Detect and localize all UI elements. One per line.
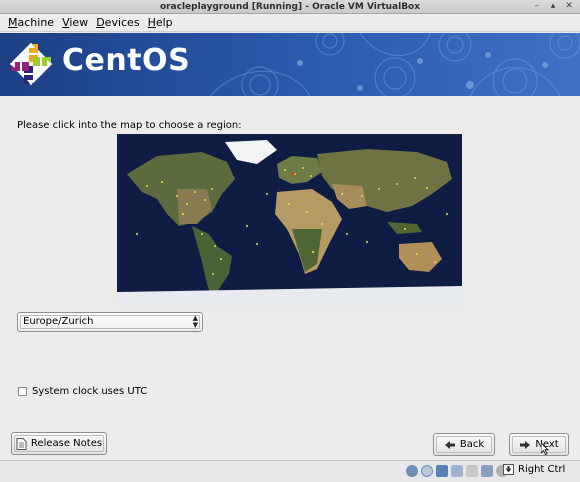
arrow-right-icon <box>520 440 531 449</box>
installer-panel: Please click into the map to choose a re… <box>0 96 580 460</box>
host-key-label: Right Ctrl <box>518 464 566 475</box>
close-icon[interactable]: ✕ <box>564 1 574 11</box>
menu-help[interactable]: Help <box>144 14 177 31</box>
centos-logo-icon <box>9 42 53 86</box>
host-key-indicator: Right Ctrl <box>503 464 565 475</box>
menu-machine[interactable]: Machine <box>4 14 58 31</box>
region-prompt: Please click into the map to choose a re… <box>17 120 242 131</box>
menu-devices[interactable]: Devices <box>92 14 143 31</box>
window-title-bar: oracleplayground [Running] - Oracle VM V… <box>0 0 580 14</box>
utc-checkbox[interactable] <box>18 387 27 396</box>
device-indicators <box>406 465 508 477</box>
maximize-icon[interactable]: ▴ <box>548 1 558 11</box>
utc-label: System clock uses UTC <box>32 386 148 397</box>
timezone-select[interactable]: Europe/Zurich ▲ ▼ <box>17 312 203 332</box>
document-icon <box>16 437 27 450</box>
host-key-arrow-icon <box>503 464 514 475</box>
window-title: oracleplayground [Running] - Oracle VM V… <box>159 2 421 12</box>
timezone-value: Europe/Zurich <box>23 316 94 327</box>
window-controls: – ▴ ✕ <box>532 1 574 11</box>
menu-bar: Machine View Devices Help <box>0 14 580 32</box>
world-map[interactable] <box>117 134 462 305</box>
vm-status-bar: Right Ctrl <box>0 460 580 482</box>
arrow-left-icon <box>444 440 455 449</box>
network-icon[interactable] <box>436 465 448 477</box>
usb-icon[interactable] <box>451 465 463 477</box>
spinner-arrows-icon: ▲ ▼ <box>192 314 198 329</box>
back-label: Back <box>459 439 485 450</box>
hard-disk-icon[interactable] <box>406 465 418 477</box>
next-button[interactable]: Next <box>509 433 569 456</box>
release-notes-label: Release Notes <box>30 438 103 449</box>
utc-option[interactable]: System clock uses UTC <box>18 386 147 397</box>
brand-name: CentOS <box>62 43 191 78</box>
back-button[interactable]: Back <box>433 433 495 456</box>
shared-folder-icon[interactable] <box>466 465 478 477</box>
optical-drive-icon[interactable] <box>421 465 433 477</box>
mouse-pointer-icon <box>541 443 549 455</box>
minimize-icon[interactable]: – <box>532 1 542 11</box>
release-notes-button[interactable]: Release Notes <box>11 432 107 455</box>
menu-view[interactable]: View <box>58 14 92 31</box>
centos-banner: CentOS <box>0 33 580 96</box>
display-icon[interactable] <box>481 465 493 477</box>
